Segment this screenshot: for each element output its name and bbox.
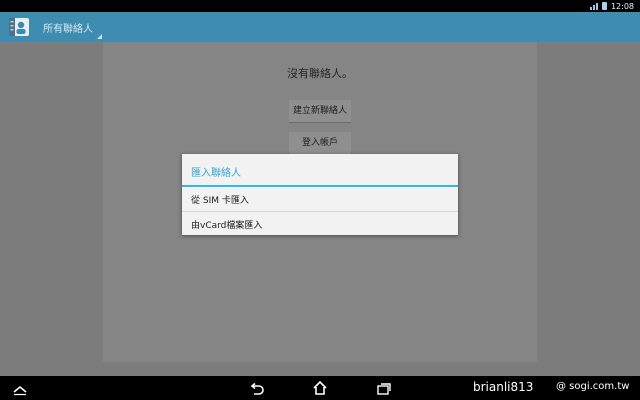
import-from-sim-option[interactable]: 從 SIM 卡匯入 bbox=[182, 187, 458, 211]
login-account-button[interactable]: 登入帳戶 bbox=[289, 132, 351, 154]
import-contacts-dialog: 匯入聯絡人 從 SIM 卡匯入 由vCard檔案匯入 bbox=[182, 154, 458, 235]
create-contact-button[interactable]: 建立新聯絡人 bbox=[289, 100, 351, 122]
collapse-icon[interactable] bbox=[12, 381, 28, 400]
battery-icon bbox=[601, 2, 607, 10]
navigation-bar: brianli813 @ sogi.com.tw bbox=[0, 376, 640, 400]
option-label: 從 SIM 卡匯入 bbox=[191, 196, 249, 206]
status-icons: 12:08 bbox=[589, 0, 634, 12]
status-bar: 12:08 bbox=[0, 0, 640, 12]
status-time: 12:08 bbox=[610, 1, 634, 11]
back-icon[interactable] bbox=[249, 381, 265, 400]
dialog-title: 匯入聯絡人 bbox=[191, 168, 241, 179]
signal-icon bbox=[589, 2, 598, 10]
page-title[interactable]: 所有聯絡人 bbox=[43, 20, 93, 35]
option-label: 由vCard檔案匯入 bbox=[191, 221, 263, 231]
home-icon[interactable] bbox=[312, 380, 328, 400]
empty-message: 沒有聯絡人。 bbox=[287, 67, 353, 80]
contacts-app-icon[interactable] bbox=[8, 16, 30, 38]
watermark-username: brianli813 bbox=[473, 380, 534, 394]
dropdown-indicator-icon bbox=[97, 34, 102, 39]
watermark-site: @ sogi.com.tw bbox=[556, 381, 630, 392]
action-bar: 所有聯絡人 bbox=[0, 12, 640, 42]
recent-apps-icon[interactable] bbox=[376, 381, 392, 400]
import-from-vcard-option[interactable]: 由vCard檔案匯入 bbox=[182, 212, 458, 236]
